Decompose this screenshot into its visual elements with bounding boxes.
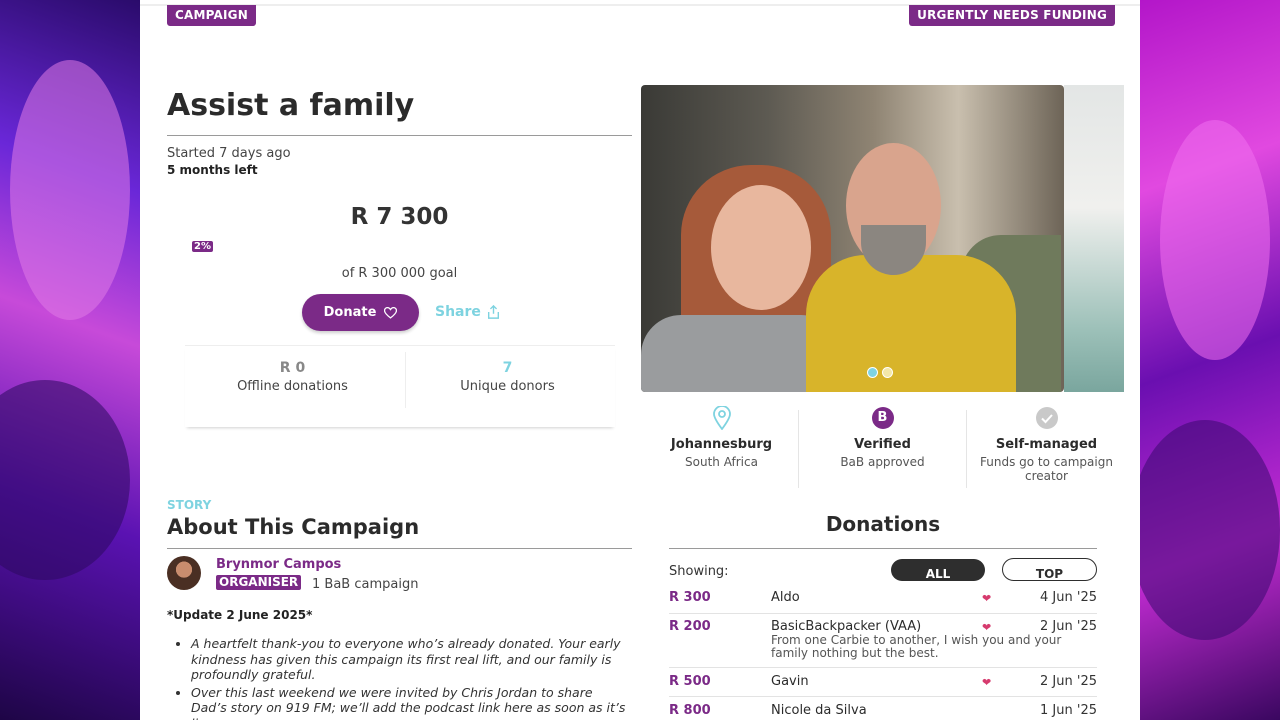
- donor-name: Gavin: [771, 674, 809, 689]
- verified-heading: Verified: [854, 437, 911, 452]
- urgent-badge: URGENTLY NEEDS FUNDING: [909, 5, 1115, 26]
- donation-date: 2 Jun '25: [1040, 674, 1097, 689]
- donation-message: From one Carbie to another, I wish you a…: [771, 633, 1062, 660]
- donate-button[interactable]: Donate: [302, 294, 419, 331]
- share-label: Share: [435, 304, 481, 320]
- unique-donors-label: Unique donors: [460, 379, 555, 394]
- background-right: [1130, 0, 1280, 720]
- update-list: A heartfelt thank-you to everyone who’s …: [191, 636, 631, 720]
- location-info: Johannesburg South Africa: [641, 405, 802, 469]
- next-photo-preview[interactable]: [1064, 85, 1124, 392]
- photo-shape: [711, 185, 811, 310]
- title-divider: [167, 135, 632, 136]
- goal-text: of R 300 000 goal: [341, 266, 458, 281]
- about-title: About This Campaign: [167, 515, 420, 539]
- organiser-name[interactable]: Brynmor Campos: [216, 557, 341, 572]
- verified-info: B Verified BaB approved: [802, 405, 963, 469]
- carousel-dot-active[interactable]: [867, 367, 878, 378]
- donations-title: Donations: [825, 512, 941, 536]
- check-circle-icon: [969, 405, 1124, 431]
- verified-b-icon: B: [802, 405, 963, 431]
- list-item: A heartfelt thank-you to everyone who’s …: [191, 636, 631, 683]
- share-icon: [487, 305, 499, 319]
- organiser-badge: ORGANISER: [216, 575, 302, 590]
- location-pin-icon: [641, 405, 802, 431]
- campaign-photo[interactable]: [641, 85, 1064, 392]
- verified-sub: BaB approved: [840, 455, 925, 469]
- amount-raised: R 7 300: [350, 204, 449, 230]
- donor-name: BasicBackpacker (VAA): [771, 619, 922, 634]
- location-city: Johannesburg: [670, 437, 773, 452]
- heart-icon: [384, 306, 398, 319]
- unique-donors-stat: 7 Unique donors: [400, 360, 615, 394]
- donate-label: Donate: [323, 305, 377, 320]
- photo-shape: [806, 255, 1016, 392]
- verified-b-glyph: B: [871, 407, 894, 429]
- organiser-avatar[interactable]: [167, 556, 201, 590]
- donor-name: Nicole da Silva: [771, 703, 867, 718]
- unique-donors-value: 7: [502, 360, 513, 376]
- carousel-dot[interactable]: [882, 367, 893, 378]
- update-heading: *Update 2 June 2025*: [167, 608, 313, 622]
- background-swirl: [10, 60, 130, 320]
- share-link[interactable]: Share: [435, 304, 500, 320]
- donation-date: 2 Jun '25: [1040, 619, 1097, 634]
- campaign-badge: CAMPAIGN: [167, 5, 256, 26]
- donation-row: R 800 Nicole da Silva 1 Jun '25: [669, 703, 1097, 720]
- background-swirl: [0, 380, 130, 580]
- story-tag: STORY: [167, 498, 212, 512]
- filter-top-button[interactable]: TOP: [1002, 558, 1097, 581]
- time-left-text: 5 months left: [167, 163, 258, 177]
- started-text: Started 7 days ago: [167, 146, 291, 161]
- heart-badge-icon: ❤: [982, 621, 992, 634]
- about-divider: [167, 548, 632, 549]
- donation-amount: R 500: [669, 674, 711, 689]
- info-divider: [966, 410, 967, 488]
- self-managed-info: Self-managed Funds go to campaign creato…: [969, 405, 1124, 483]
- progress-percent: 2%: [192, 241, 213, 252]
- background-left: [0, 0, 140, 720]
- donation-row: R 200 BasicBackpacker (VAA) From one Car…: [669, 619, 1097, 668]
- carousel-dots: [867, 367, 893, 378]
- donation-amount: R 800: [669, 703, 711, 718]
- organiser-campaign-count: 1 BaB campaign: [312, 577, 419, 592]
- heart-badge-icon: ❤: [982, 592, 992, 605]
- donation-date: 4 Jun '25: [1040, 590, 1097, 605]
- donation-row: R 300 Aldo ❤ 4 Jun '25: [669, 590, 1097, 614]
- donation-amount: R 300: [669, 590, 711, 605]
- info-divider: [798, 410, 799, 488]
- campaign-page: CAMPAIGN URGENTLY NEEDS FUNDING Assist a…: [140, 0, 1140, 720]
- filter-all-button[interactable]: ALL: [891, 559, 985, 581]
- showing-label: Showing:: [669, 564, 729, 579]
- offline-donations-value: R 0: [279, 360, 306, 376]
- self-managed-sub: Funds go to campaign creator: [980, 455, 1113, 483]
- background-swirl: [1160, 120, 1270, 360]
- donation-row: R 500 Gavin ❤ 2 Jun '25: [669, 674, 1097, 697]
- background-swirl: [1130, 420, 1280, 640]
- self-managed-heading: Self-managed: [995, 437, 1098, 452]
- heart-badge-icon: ❤: [982, 676, 992, 689]
- donor-name: Aldo: [771, 590, 800, 605]
- campaign-info-row: Johannesburg South Africa B Verified BaB…: [641, 405, 1124, 490]
- offline-donations-stat: R 0 Offline donations: [185, 360, 400, 394]
- donation-amount: R 200: [669, 619, 711, 634]
- donations-divider: [669, 548, 1097, 549]
- list-item: Over this last weekend we were invited b…: [191, 685, 631, 720]
- campaign-title: Assist a family: [167, 88, 415, 123]
- stats-box: R 0 Offline donations 7 Unique donors: [185, 345, 615, 427]
- offline-donations-label: Offline donations: [237, 379, 348, 394]
- location-country: South Africa: [685, 455, 758, 469]
- donation-date: 1 Jun '25: [1040, 703, 1097, 718]
